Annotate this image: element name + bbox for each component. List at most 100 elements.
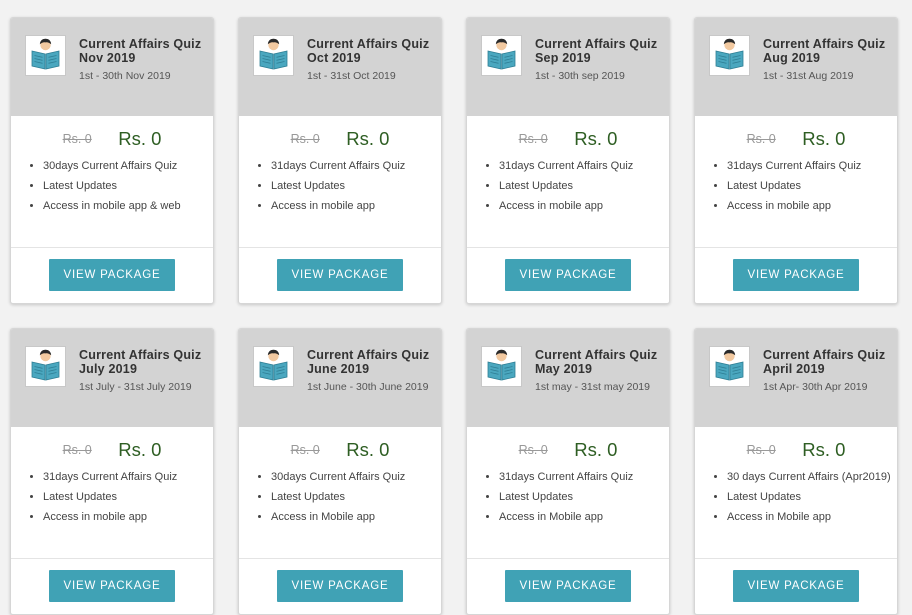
package-dates: 1st June - 30th June 2019: [307, 381, 429, 393]
card-divider: [239, 247, 441, 248]
reading-person-icon: [253, 35, 294, 76]
feature-list: 30 days Current Affairs (Apr2019)Latest …: [695, 467, 897, 527]
reading-person-icon: [709, 35, 750, 76]
original-price: Rs. 0: [746, 443, 776, 457]
view-package-button[interactable]: VIEW PACKAGE: [505, 259, 631, 291]
package-dates: 1st - 30th Nov 2019: [79, 70, 171, 82]
package-card-4: Current Affairs Quiz July 2019 1st July …: [10, 328, 214, 615]
feature-item: Access in mobile app: [499, 196, 669, 216]
feature-item: Latest Updates: [43, 176, 213, 196]
feature-item: 31days Current Affairs Quiz: [727, 156, 897, 176]
package-dates: 1st Apr- 30th Apr 2019: [763, 381, 868, 393]
price-row: Rs. 0 Rs. 0: [239, 128, 441, 152]
card-divider: [11, 558, 213, 559]
feature-item: 31days Current Affairs Quiz: [499, 467, 669, 487]
card-header: Current Affairs Quiz Sep 2019 1st - 30th…: [467, 18, 669, 116]
feature-list: 30days Current Affairs QuizLatest Update…: [239, 467, 441, 527]
reading-person-icon: [25, 346, 66, 387]
card-header: Current Affairs Quiz Aug 2019 1st - 31st…: [695, 18, 897, 116]
current-price: Rs. 0: [802, 439, 846, 460]
package-title: Current Affairs Quiz Aug 2019: [763, 37, 886, 65]
price-row: Rs. 0 Rs. 0: [239, 439, 441, 463]
feature-item: 30days Current Affairs Quiz: [43, 156, 213, 176]
card-header: Current Affairs Quiz Oct 2019 1st - 31st…: [239, 18, 441, 116]
reading-person-icon: [709, 346, 750, 387]
reading-person-icon: [481, 35, 522, 76]
original-price: Rs. 0: [518, 132, 548, 146]
feature-item: 30 days Current Affairs (Apr2019): [727, 467, 897, 487]
card-header: Current Affairs Quiz July 2019 1st July …: [11, 329, 213, 427]
current-price: Rs. 0: [118, 439, 162, 460]
card-header: Current Affairs Quiz June 2019 1st June …: [239, 329, 441, 427]
original-price: Rs. 0: [746, 132, 776, 146]
card-divider: [11, 247, 213, 248]
price-row: Rs. 0 Rs. 0: [467, 128, 669, 152]
package-card-6: Current Affairs Quiz May 2019 1st may - …: [466, 328, 670, 615]
card-divider: [695, 247, 897, 248]
reading-person-icon: [253, 346, 294, 387]
view-package-button[interactable]: VIEW PACKAGE: [733, 259, 859, 291]
current-price: Rs. 0: [346, 439, 390, 460]
card-header: Current Affairs Quiz May 2019 1st may - …: [467, 329, 669, 427]
feature-item: Latest Updates: [43, 487, 213, 507]
view-package-button[interactable]: VIEW PACKAGE: [277, 570, 403, 602]
view-package-button[interactable]: VIEW PACKAGE: [49, 259, 175, 291]
price-row: Rs. 0 Rs. 0: [695, 439, 897, 463]
card-divider: [239, 558, 441, 559]
feature-list: 31days Current Affairs QuizLatest Update…: [467, 156, 669, 216]
original-price: Rs. 0: [518, 443, 548, 457]
package-title: Current Affairs Quiz July 2019: [79, 348, 202, 376]
feature-item: Latest Updates: [499, 176, 669, 196]
feature-list: 31days Current Affairs QuizLatest Update…: [467, 467, 669, 527]
package-title: Current Affairs Quiz April 2019: [763, 348, 886, 376]
package-title: Current Affairs Quiz Nov 2019: [79, 37, 202, 65]
price-row: Rs. 0 Rs. 0: [11, 128, 213, 152]
feature-item: 31days Current Affairs Quiz: [271, 156, 441, 176]
price-row: Rs. 0 Rs. 0: [467, 439, 669, 463]
feature-item: Latest Updates: [499, 487, 669, 507]
feature-item: Access in Mobile app: [727, 507, 897, 527]
reading-person-icon: [25, 35, 66, 76]
package-dates: 1st - 31st Oct 2019: [307, 70, 396, 82]
price-row: Rs. 0 Rs. 0: [11, 439, 213, 463]
feature-list: 31days Current Affairs QuizLatest Update…: [11, 467, 213, 527]
package-dates: 1st - 30th sep 2019: [535, 70, 625, 82]
feature-item: 31days Current Affairs Quiz: [499, 156, 669, 176]
package-card-7: Current Affairs Quiz April 2019 1st Apr-…: [694, 328, 898, 615]
card-header: Current Affairs Quiz April 2019 1st Apr-…: [695, 329, 897, 427]
card-divider: [695, 558, 897, 559]
feature-item: 31days Current Affairs Quiz: [43, 467, 213, 487]
view-package-button[interactable]: VIEW PACKAGE: [733, 570, 859, 602]
package-dates: 1st - 31st Aug 2019: [763, 70, 854, 82]
package-dates: 1st July - 31st July 2019: [79, 381, 192, 393]
current-price: Rs. 0: [574, 439, 618, 460]
package-title: Current Affairs Quiz Sep 2019: [535, 37, 658, 65]
original-price: Rs. 0: [62, 132, 92, 146]
original-price: Rs. 0: [290, 132, 320, 146]
card-divider: [467, 247, 669, 248]
current-price: Rs. 0: [346, 128, 390, 149]
package-grid: Current Affairs Quiz Nov 2019 1st - 30th…: [10, 17, 898, 615]
feature-item: Access in Mobile app: [271, 507, 441, 527]
current-price: Rs. 0: [802, 128, 846, 149]
feature-item: Access in mobile app: [271, 196, 441, 216]
current-price: Rs. 0: [574, 128, 618, 149]
feature-item: Access in mobile app: [727, 196, 897, 216]
feature-item: Latest Updates: [727, 176, 897, 196]
feature-item: Latest Updates: [271, 176, 441, 196]
feature-list: 31days Current Affairs QuizLatest Update…: [239, 156, 441, 216]
reading-person-icon: [481, 346, 522, 387]
view-package-button[interactable]: VIEW PACKAGE: [277, 259, 403, 291]
feature-item: Access in mobile app: [43, 507, 213, 527]
price-row: Rs. 0 Rs. 0: [695, 128, 897, 152]
package-card-5: Current Affairs Quiz June 2019 1st June …: [238, 328, 442, 615]
feature-item: Latest Updates: [271, 487, 441, 507]
feature-list: 31days Current Affairs QuizLatest Update…: [695, 156, 897, 216]
view-package-button[interactable]: VIEW PACKAGE: [505, 570, 631, 602]
current-price: Rs. 0: [118, 128, 162, 149]
view-package-button[interactable]: VIEW PACKAGE: [49, 570, 175, 602]
package-card-0: Current Affairs Quiz Nov 2019 1st - 30th…: [10, 17, 214, 304]
package-card-3: Current Affairs Quiz Aug 2019 1st - 31st…: [694, 17, 898, 304]
package-card-2: Current Affairs Quiz Sep 2019 1st - 30th…: [466, 17, 670, 304]
feature-item: Access in Mobile app: [499, 507, 669, 527]
